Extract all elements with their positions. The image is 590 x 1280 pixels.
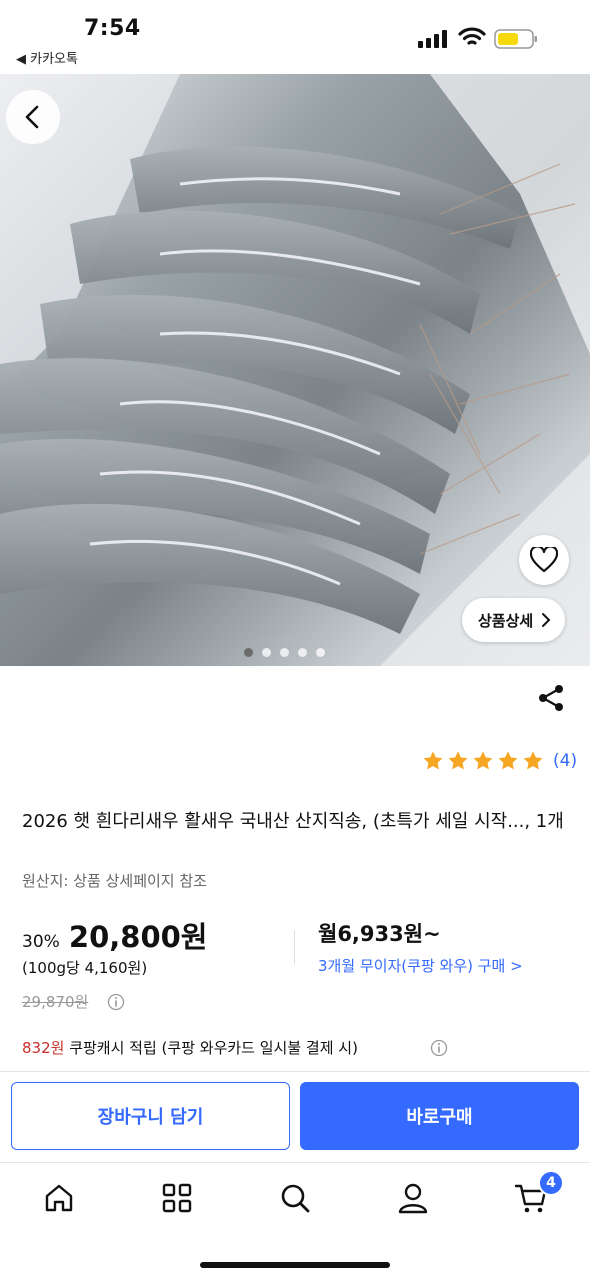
monthly-price: 월6,933원~ bbox=[318, 922, 441, 946]
status-bar: 7:54 ◀ 카카오톡 bbox=[0, 0, 590, 74]
battery-icon bbox=[494, 29, 537, 49]
add-to-cart-button[interactable]: 장바구니 담기 bbox=[11, 1082, 290, 1150]
home-icon[interactable] bbox=[42, 1181, 76, 1215]
unit-price: (100g당 4,160원) bbox=[22, 959, 148, 977]
chevron-left-icon bbox=[25, 105, 39, 129]
cash-amount: 832원 bbox=[22, 1039, 65, 1057]
carousel-dot bbox=[298, 648, 307, 657]
cellular-signal-icon bbox=[418, 30, 447, 48]
carousel-indicator bbox=[244, 648, 325, 657]
price-divider bbox=[294, 930, 295, 964]
star-icon bbox=[523, 751, 543, 770]
heart-icon bbox=[530, 547, 558, 573]
star-icon bbox=[423, 751, 443, 770]
original-price: 29,870원 bbox=[22, 993, 89, 1011]
profile-icon[interactable] bbox=[396, 1181, 430, 1215]
carousel-dot bbox=[316, 648, 325, 657]
carousel-dot bbox=[244, 648, 253, 657]
product-image-carousel[interactable]: 상품상세 bbox=[0, 74, 590, 666]
product-detail-label: 상품상세 bbox=[478, 611, 534, 630]
cash-reward: 832원 쿠팡캐시 적립 (쿠팡 와우카드 일시불 결제 시) bbox=[22, 1037, 358, 1058]
cash-text: 쿠팡캐시 적립 (쿠팡 와우카드 일시불 결제 시) bbox=[64, 1039, 358, 1057]
product-origin: 원산지: 상품 상세페이지 참조 bbox=[22, 872, 207, 890]
info-icon[interactable] bbox=[107, 993, 125, 1011]
carousel-dot bbox=[262, 648, 271, 657]
back-to-app-link[interactable]: ◀ 카카오톡 bbox=[16, 48, 78, 67]
sale-price: 20,800원 bbox=[68, 920, 208, 954]
star-icon bbox=[473, 751, 493, 770]
info-icon[interactable] bbox=[430, 1039, 448, 1057]
star-icon bbox=[448, 751, 468, 770]
divider bbox=[0, 1071, 590, 1072]
cart-count-badge: 4 bbox=[538, 1170, 564, 1196]
home-indicator bbox=[200, 1262, 390, 1268]
review-count[interactable]: (4) bbox=[553, 751, 577, 771]
chevron-right-icon bbox=[542, 613, 551, 627]
rating[interactable]: (4) bbox=[422, 750, 577, 772]
share-icon[interactable] bbox=[536, 683, 566, 713]
wifi-icon bbox=[458, 27, 486, 45]
search-icon[interactable] bbox=[278, 1181, 312, 1215]
product-detail-button[interactable]: 상품상세 bbox=[462, 598, 566, 642]
buy-now-button[interactable]: 바로구매 bbox=[300, 1082, 579, 1150]
star-icon bbox=[498, 751, 518, 770]
discount-rate: 30% bbox=[22, 932, 60, 952]
carousel-dot bbox=[280, 648, 289, 657]
installment-link[interactable]: 3개월 무이자(쿠팡 와우) 구매 > bbox=[318, 955, 523, 976]
categories-icon[interactable] bbox=[160, 1181, 194, 1215]
product-title: 2026 햇 흰다리새우 활새우 국내산 산지직송, (초특가 세일 시작...… bbox=[22, 811, 564, 832]
bottom-tab-bar bbox=[0, 1163, 590, 1243]
product-photo bbox=[0, 74, 590, 666]
wishlist-button[interactable] bbox=[519, 535, 569, 585]
back-button[interactable] bbox=[6, 90, 60, 144]
price-block: 30% 20,800원 bbox=[22, 914, 207, 956]
status-time: 7:54 bbox=[84, 16, 141, 41]
